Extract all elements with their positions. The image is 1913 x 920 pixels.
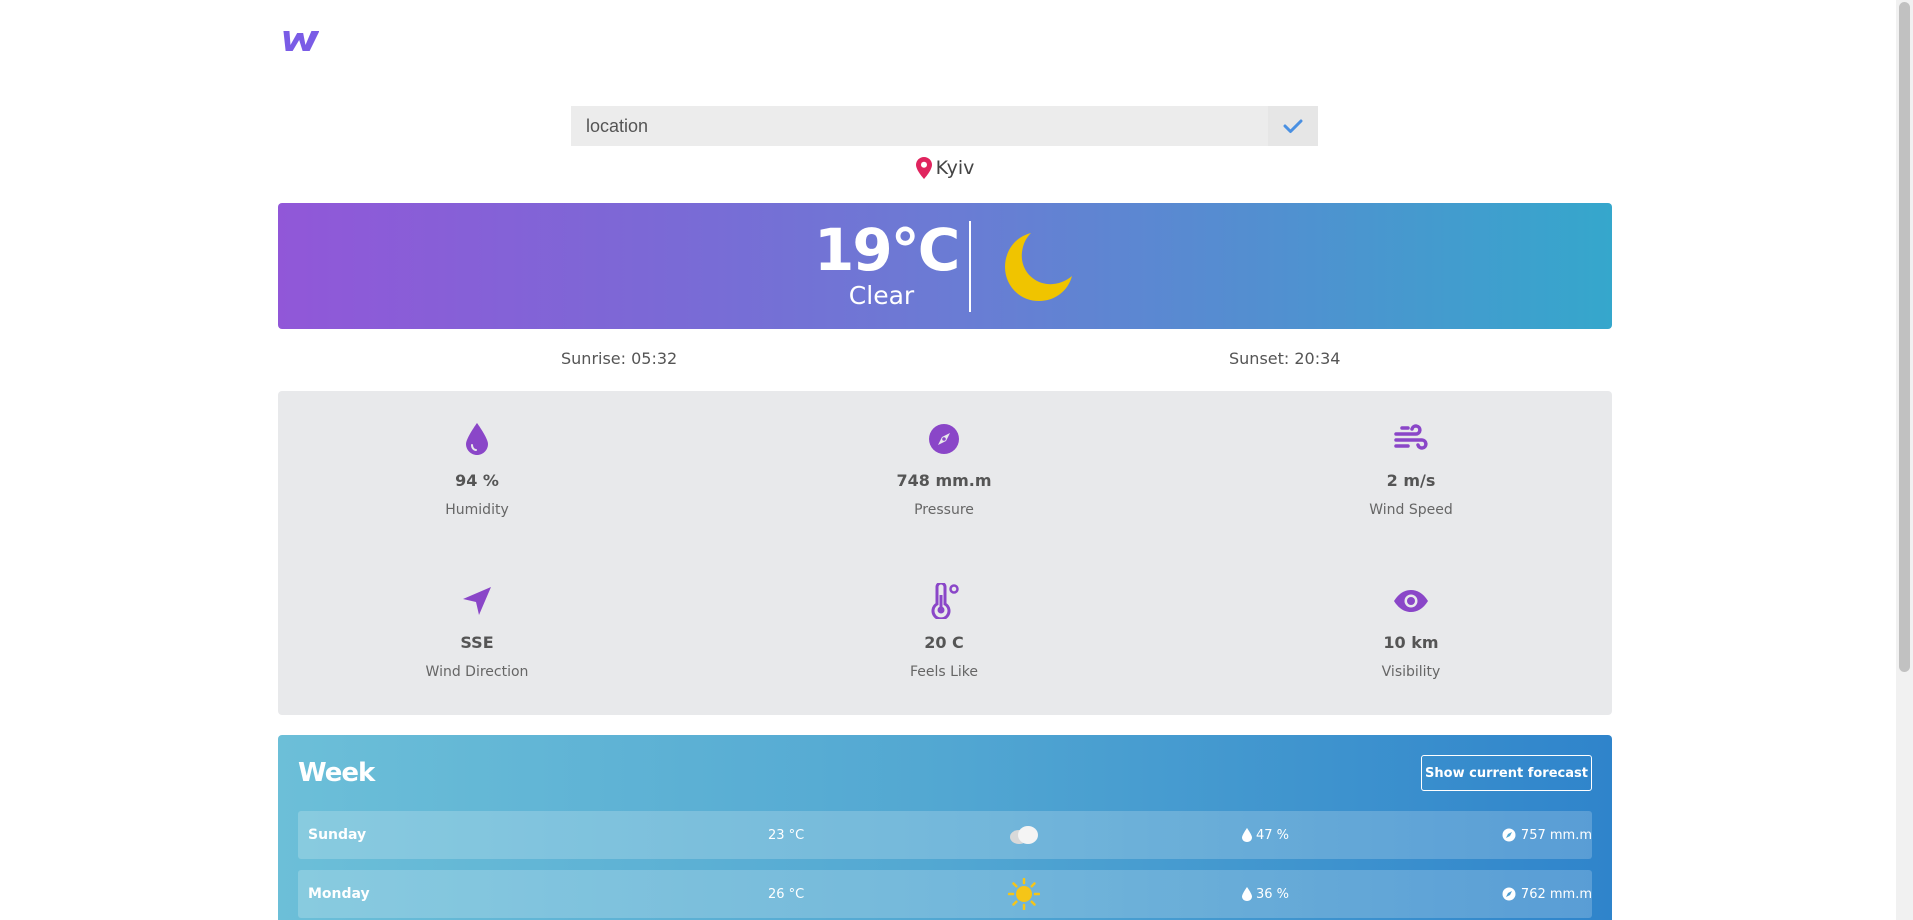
detail-value: 20 C [924, 633, 964, 652]
compass-icon [1502, 887, 1516, 901]
detail-label: Pressure [914, 502, 974, 518]
forecast-humidity: 47 % [1242, 811, 1289, 859]
wind-icon [1394, 424, 1428, 450]
forecast-weather-icon [1008, 870, 1040, 918]
current-location: Kyiv [0, 157, 1890, 179]
forecast-day: Monday [308, 886, 370, 902]
detail-value: 748 mm.m [896, 471, 992, 490]
current-condition: Clear [848, 281, 915, 310]
compass-icon [929, 424, 959, 454]
map-pin-icon [915, 157, 932, 179]
scrollbar-thumb[interactable] [1899, 2, 1910, 672]
current-temperature: 19°C [814, 216, 960, 284]
location-input[interactable] [571, 106, 1268, 146]
detail-feels-like: 20 C Feels Like [794, 583, 1094, 680]
forecast-humidity-value: 47 % [1256, 827, 1290, 843]
city-name: Kyiv [935, 157, 975, 179]
detail-label: Wind Direction [425, 664, 529, 680]
forecast-pressure-value: 757 mm.m [1520, 827, 1592, 843]
detail-value: 2 m/s [1386, 471, 1436, 490]
detail-label: Wind Speed [1369, 502, 1453, 518]
forecast-pressure: 757 mm.m [1472, 811, 1592, 859]
forecast-weather-icon [1008, 811, 1040, 859]
compass-icon [1502, 828, 1516, 842]
confirm-button[interactable] [1268, 106, 1318, 146]
current-weather-card: 19°C Clear [278, 203, 1612, 329]
detail-wind-direction: SSE Wind Direction [327, 583, 627, 680]
sunrise-time: Sunrise: 05:32 [561, 349, 678, 368]
detail-wind-speed: 2 m/s Wind Speed [1261, 421, 1561, 518]
cloud-icon [1010, 826, 1038, 844]
forecast-humidity-value: 36 % [1256, 886, 1290, 902]
detail-label: Visibility [1381, 664, 1441, 680]
moon-icon [1005, 232, 1072, 301]
detail-label: Feels Like [909, 664, 979, 680]
weather-page: Kyiv 19°C Clear Sunrise: 05:32 Sunset: 2… [0, 0, 1913, 920]
vertical-scrollbar[interactable] [1896, 0, 1913, 920]
detail-value: SSE [460, 633, 494, 652]
sun-icon [1008, 878, 1040, 910]
detail-label: Humidity [445, 502, 509, 518]
week-title: Week [298, 758, 375, 788]
detail-value: 10 km [1383, 633, 1439, 652]
location-arrow-icon [463, 587, 491, 615]
droplet-icon [1242, 828, 1252, 842]
week-forecast: Week Show current forecast Sunday 23 °C … [278, 735, 1612, 920]
search-bar [571, 106, 1318, 146]
forecast-row-monday[interactable]: Monday 26 °C 36 % 762 mm.m [298, 870, 1592, 918]
thermometer-icon [931, 583, 959, 619]
detail-pressure: 748 mm.m Pressure [794, 421, 1094, 518]
droplet-icon [466, 423, 488, 455]
details-panel: 94 % Humidity 748 mm.m Pressure 2 m/s Wi… [278, 391, 1612, 715]
forecast-pressure: 762 mm.m [1472, 870, 1592, 918]
detail-visibility: 10 km Visibility [1261, 583, 1561, 680]
detail-humidity: 94 % Humidity [327, 421, 627, 518]
detail-value: 94 % [455, 471, 499, 490]
forecast-row-sunday[interactable]: Sunday 23 °C 47 % 757 mm.m [298, 811, 1592, 859]
forecast-temperature: 23 °C [768, 827, 805, 843]
check-icon [1283, 119, 1303, 133]
eye-icon [1394, 590, 1428, 612]
divider [969, 220, 971, 312]
droplet-icon [1242, 887, 1252, 901]
sunset-time: Sunset: 20:34 [1229, 349, 1341, 368]
forecast-day: Sunday [308, 827, 367, 843]
forecast-pressure-value: 762 mm.m [1520, 886, 1592, 902]
forecast-temperature: 26 °C [768, 886, 805, 902]
forecast-humidity: 36 % [1242, 870, 1289, 918]
show-current-forecast-button[interactable]: Show current forecast [1421, 755, 1592, 791]
logo-icon[interactable] [279, 27, 319, 55]
temperature-block: 19°C Clear [814, 216, 960, 311]
